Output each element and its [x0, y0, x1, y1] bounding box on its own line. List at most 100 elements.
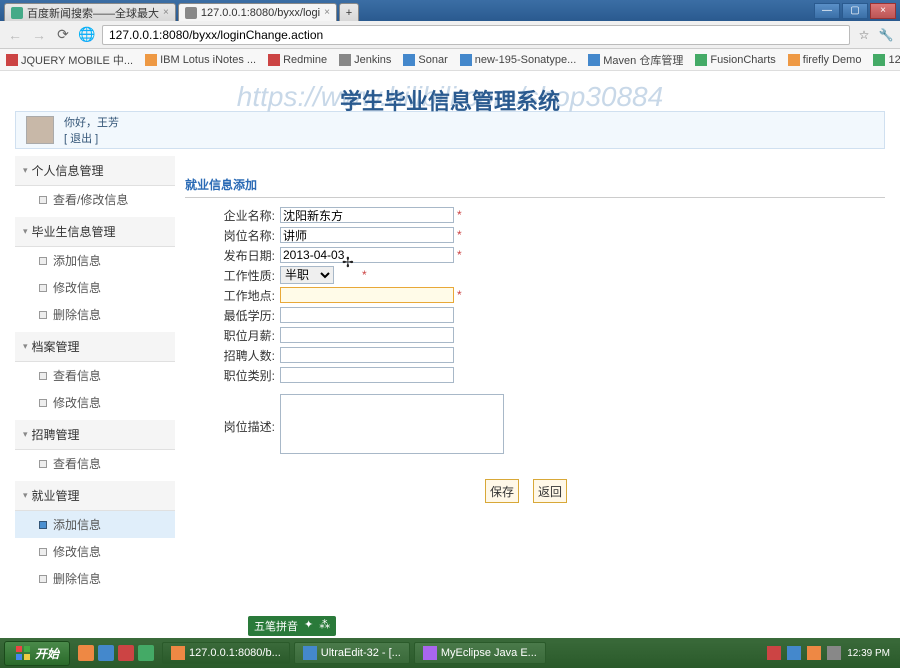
bookmark-item[interactable]: new-195-Sonatype...	[460, 54, 577, 66]
company-input[interactable]	[280, 207, 454, 223]
browser-tab[interactable]: 127.0.0.1:8080/byxx/logi ×	[178, 3, 337, 21]
bookmarks-bar: JQUERY MOBILE 中... IBM Lotus iNotes ... Re…	[0, 49, 900, 71]
sidebar-item[interactable]: 添加信息	[15, 511, 175, 538]
url-input[interactable]	[102, 25, 850, 45]
count-label: 招聘人数:	[185, 347, 280, 364]
app-icon	[171, 646, 185, 660]
bookmark-icon	[695, 54, 707, 66]
sidebar-item[interactable]: 查看信息	[15, 362, 175, 389]
tray-icon[interactable]	[807, 646, 821, 660]
sidebar-item-label: 删除信息	[53, 306, 101, 323]
quicklaunch-icon[interactable]	[118, 645, 134, 661]
nature-select[interactable]: 半职	[280, 266, 334, 284]
bullet-icon	[39, 196, 47, 204]
tray-icon[interactable]	[787, 646, 801, 660]
bookmark-item[interactable]: Jenkins	[339, 54, 391, 66]
sidebar-item[interactable]: 修改信息	[15, 389, 175, 416]
location-input[interactable]	[280, 287, 454, 303]
forward-button[interactable]: →	[30, 26, 48, 44]
sidebar-item[interactable]: 删除信息	[15, 565, 175, 592]
favicon-icon	[185, 7, 197, 19]
quicklaunch-icon[interactable]	[138, 645, 154, 661]
taskbar: 开始 127.0.0.1:8080/b...UltraEdit-32 - [..…	[0, 638, 900, 668]
close-icon[interactable]: ×	[163, 7, 169, 18]
sidebar-item-label: 删除信息	[53, 570, 101, 587]
taskbar-item[interactable]: 127.0.0.1:8080/b...	[162, 642, 290, 664]
browser-tab[interactable]: 百度新闻搜索——全球最大 ×	[4, 3, 176, 21]
tray-icon[interactable]	[767, 646, 781, 660]
company-label: 企业名称:	[185, 207, 280, 224]
sidebar-item-label: 查看信息	[53, 367, 101, 384]
required-mark: *	[457, 208, 462, 222]
nature-label: 工作性质:	[185, 267, 280, 284]
sidebar-item-label: 添加信息	[53, 252, 101, 269]
count-input[interactable]	[280, 347, 454, 363]
new-tab-button[interactable]: +	[339, 3, 359, 21]
sidebar-header[interactable]: 毕业生信息管理	[15, 217, 175, 247]
clock[interactable]: 12:39 PM	[847, 648, 890, 659]
sidebar-item[interactable]: 修改信息	[15, 274, 175, 301]
save-button[interactable]: 保存	[485, 479, 519, 503]
quicklaunch-icon[interactable]	[78, 645, 94, 661]
bookmark-icon	[460, 54, 472, 66]
maximize-button[interactable]: ▢	[842, 3, 868, 19]
salary-input[interactable]	[280, 327, 454, 343]
bookmark-icon	[339, 54, 351, 66]
back-button[interactable]: 返回	[533, 479, 567, 503]
ime-indicator[interactable]: 五笔拼音 ✦ ⁂	[248, 616, 336, 636]
taskbar-item[interactable]: UltraEdit-32 - [...	[294, 642, 410, 664]
bookmark-item[interactable]: Redmine	[268, 54, 327, 66]
wrench-icon[interactable]: 🔧	[878, 27, 894, 43]
bookmark-label: new-195-Sonatype...	[475, 54, 577, 66]
taskbar-item[interactable]: MyEclipse Java E...	[414, 642, 546, 664]
volume-icon[interactable]	[827, 646, 841, 660]
bookmark-item[interactable]: 123.127.237.189:...	[873, 54, 900, 66]
sidebar-item[interactable]: 修改信息	[15, 538, 175, 565]
bookmark-item[interactable]: FusionCharts	[695, 54, 775, 66]
bookmark-label: FusionCharts	[710, 54, 775, 66]
category-input[interactable]	[280, 367, 454, 383]
sidebar-header[interactable]: 档案管理	[15, 332, 175, 362]
start-button[interactable]: 开始	[4, 641, 70, 666]
bullet-icon	[39, 284, 47, 292]
bookmark-icon[interactable]: ☆	[856, 27, 872, 43]
sidebar-header[interactable]: 个人信息管理	[15, 156, 175, 186]
close-button[interactable]: ×	[870, 3, 896, 19]
sidebar-item[interactable]: 查看信息	[15, 450, 175, 477]
sidebar-item[interactable]: 删除信息	[15, 301, 175, 328]
favicon-icon	[11, 7, 23, 19]
bullet-icon	[39, 575, 47, 583]
logout-link[interactable]: [ 退出 ]	[64, 130, 119, 146]
bookmark-item[interactable]: firefly Demo	[788, 54, 862, 66]
sidebar-item-label: 修改信息	[53, 543, 101, 560]
reload-button[interactable]: ⟳	[54, 26, 72, 44]
app-icon	[303, 646, 317, 660]
bookmark-item[interactable]: Maven 仓库管理	[588, 52, 683, 68]
salary-label: 职位月薪:	[185, 327, 280, 344]
back-button[interactable]: ←	[6, 26, 24, 44]
position-label: 岗位名称:	[185, 227, 280, 244]
bullet-icon	[39, 548, 47, 556]
date-input[interactable]	[280, 247, 454, 263]
address-bar: ← → ⟳ 🌐 ☆ 🔧	[0, 21, 900, 49]
bookmark-item[interactable]: JQUERY MOBILE 中...	[6, 52, 133, 68]
sidebar-item[interactable]: 添加信息	[15, 247, 175, 274]
bullet-icon	[39, 311, 47, 319]
sidebar-header[interactable]: 招聘管理	[15, 420, 175, 450]
form-title: 就业信息添加	[185, 176, 885, 198]
main-content: 就业信息添加 企业名称: * 岗位名称: * 发布日期: * 工作性质: 半职 …	[185, 176, 885, 503]
bookmark-icon	[788, 54, 800, 66]
minimize-button[interactable]: —	[814, 3, 840, 19]
edu-input[interactable]	[280, 307, 454, 323]
sidebar-item-label: 添加信息	[53, 516, 101, 533]
sidebar-item-label: 修改信息	[53, 279, 101, 296]
bookmark-item[interactable]: IBM Lotus iNotes ...	[145, 54, 256, 66]
bookmark-item[interactable]: Sonar	[403, 54, 447, 66]
user-bar: 你好，王芳 [ 退出 ]	[15, 111, 885, 149]
quicklaunch-icon[interactable]	[98, 645, 114, 661]
sidebar-item[interactable]: 查看/修改信息	[15, 186, 175, 213]
position-input[interactable]	[280, 227, 454, 243]
sidebar-header[interactable]: 就业管理	[15, 481, 175, 511]
desc-textarea[interactable]	[280, 394, 504, 454]
close-icon[interactable]: ×	[324, 7, 330, 18]
